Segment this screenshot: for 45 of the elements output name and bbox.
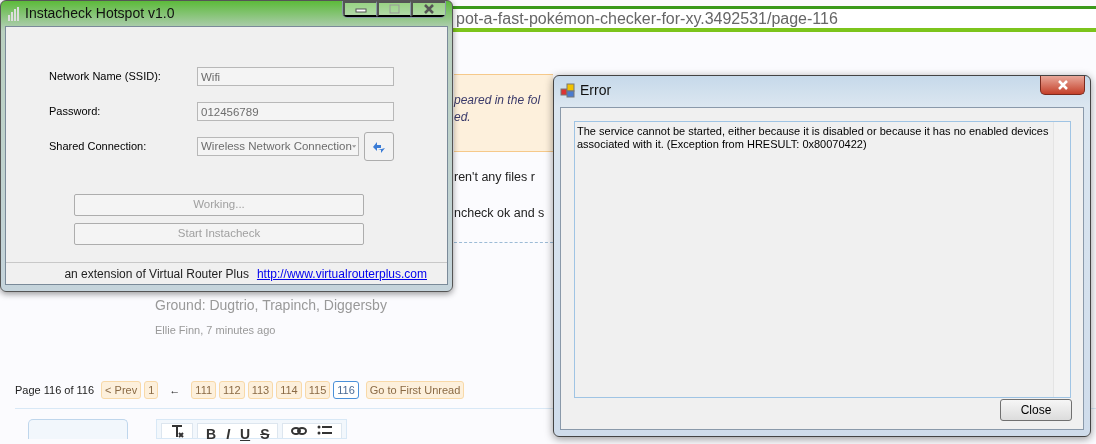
- page-link[interactable]: 113: [247, 381, 274, 399]
- format-button[interactable]: B: [206, 424, 217, 438]
- page-link[interactable]: 116: [333, 381, 359, 399]
- error-message: The service cannot be started, either because it is disabled or because it has no enabled devices associated with it. (Exception from HRESULT: 0x80070422): [577, 125, 1050, 151]
- format-button[interactable]: I: [226, 424, 230, 438]
- field-label: Shared Connection:: [49, 139, 148, 155]
- link-icon: [291, 424, 308, 438]
- minimize-icon: [354, 5, 367, 13]
- field-label: Network Name (SSID):: [49, 69, 162, 85]
- page-link[interactable]: 111: [191, 381, 217, 399]
- post-meta: Ellie Finn, 7 minutes ago: [155, 323, 277, 338]
- page-gap-arrow: ←: [169, 382, 181, 398]
- post-text: ncheck ok and s: [454, 205, 546, 222]
- close-button[interactable]: [1040, 76, 1085, 95]
- field-label: Password:: [49, 104, 102, 120]
- close-icon: [1056, 80, 1069, 90]
- format-button[interactable]: U: [240, 424, 251, 438]
- app-icon: [560, 82, 576, 99]
- maximize-button[interactable]: [377, 1, 411, 17]
- format-button[interactable]: S: [260, 424, 270, 438]
- close-button[interactable]: [411, 1, 445, 17]
- post-text: ren't any files r: [454, 169, 536, 186]
- refresh-button[interactable]: [364, 132, 394, 161]
- clear-format-icon: [170, 424, 184, 438]
- first-unread-link[interactable]: Go to First Unread: [365, 381, 465, 399]
- page-link[interactable]: 114: [276, 381, 302, 399]
- signal-icon: [7, 5, 21, 22]
- page-count: Page 116 of 116: [15, 382, 95, 398]
- prev-link[interactable]: < Prev: [101, 381, 142, 399]
- post-text: Ground: Dugtrio, Trapinch, Diggersby: [155, 297, 388, 313]
- notice-text: peared in the fol: [454, 92, 542, 109]
- notice-text: ed.: [454, 109, 472, 126]
- maximize-icon: [388, 4, 401, 14]
- close-button[interactable]: Close: [1000, 399, 1072, 421]
- page-link[interactable]: 115: [304, 381, 331, 399]
- close-icon: [423, 4, 435, 14]
- dropdown-arrow-icon: [351, 144, 356, 149]
- window-title: Instacheck Hotspot v1.0: [25, 4, 175, 23]
- address-field[interactable]: pot-a-fast-pokémon-checker-for-xy.3492531/page-116: [452, 6, 1096, 32]
- page-link[interactable]: 1: [144, 381, 159, 399]
- minimize-button[interactable]: [343, 1, 377, 17]
- status-text: an extension of Virtual Router Plus: [64, 265, 249, 283]
- website-link[interactable]: http://www.virtualrouterplus.com: [256, 264, 427, 283]
- window-title: Error: [580, 81, 612, 100]
- page-link[interactable]: 112: [219, 381, 245, 399]
